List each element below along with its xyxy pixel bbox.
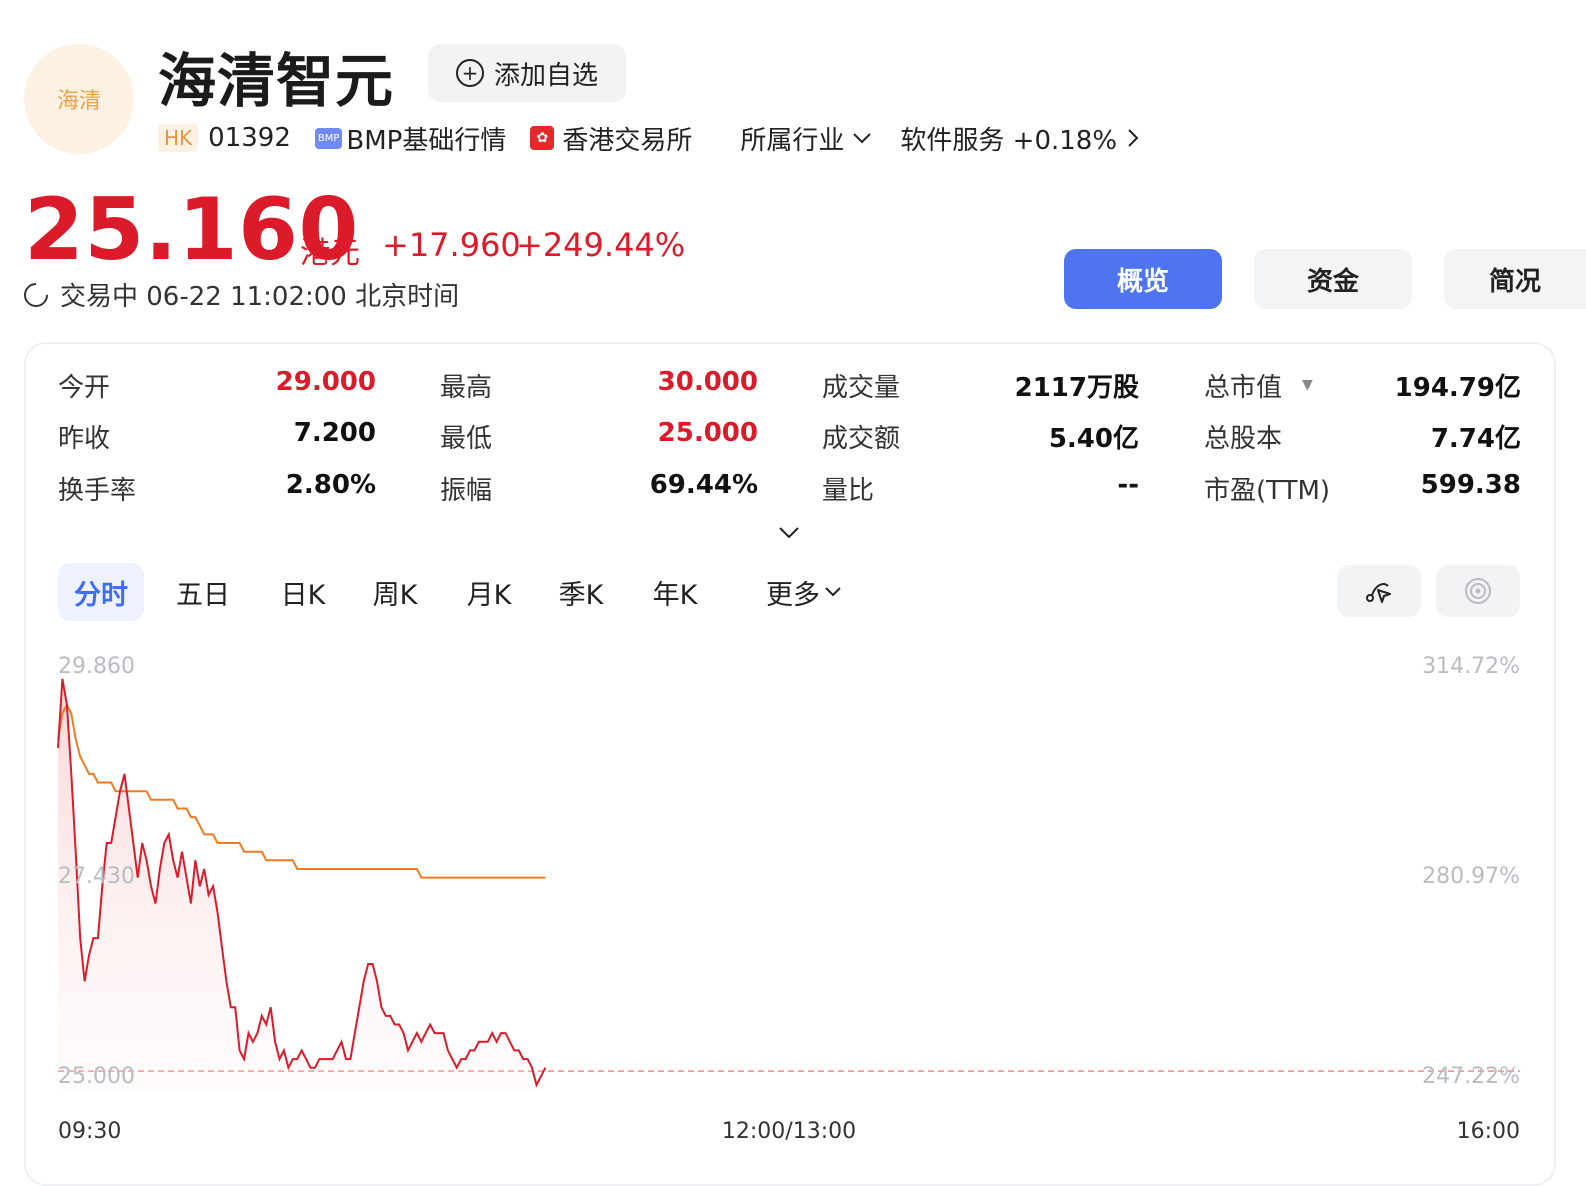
trading-status-text: 交易中 06-22 11:02:00 北京时间 [60,282,460,312]
stat-value-turnover-rate: 2.80% [285,470,376,500]
stat-value-amplitude: 69.44% [649,470,758,500]
stat-label-volume-ratio: 量比 [822,476,875,506]
add-watchlist-label: 添加自选 [493,60,598,91]
period-year-k[interactable]: 年K [636,563,714,621]
market-badge: HK [158,124,199,152]
stat-label-turnover-rate: 换手率 [58,476,137,506]
price-change: +17.960 [382,226,521,264]
sector-label: 软件服务 +0.18% [900,125,1118,156]
stat-label-market-cap[interactable]: 总市值 [1204,367,1282,404]
stat-label-amplitude: 振幅 [440,476,493,506]
stat-value-low: 25.000 [657,418,758,448]
add-watchlist-button[interactable]: + 添加自选 [428,44,626,102]
stat-label-high: 最高 [440,373,493,403]
x-axis-label: 12:00/13:00 [722,1119,856,1144]
currency: 港元 [300,236,360,271]
period-month-k[interactable]: 月K [450,563,528,621]
period-intraday[interactable]: 分时 [58,563,144,621]
intraday-chart: 29.860 27.430 25.000 314.72% 280.97% 247.22% 0… [57,654,1520,1144]
stock-meta-row: HK 01392 BMP BMP基础行情 ✿ 香港交易所 所属行业 软件服务 +… [158,118,1139,158]
y-axis-label-left: 25.000 [58,1064,135,1089]
period-more-label: 更多 [766,579,820,611]
stat-value-prev-close: 7.200 [293,418,376,448]
x-axis-label: 16:00 [1457,1119,1520,1144]
stock-name: 海清智元 [158,47,395,115]
chevron-down-icon [853,133,872,144]
logo-text: 海清 [56,89,101,114]
y-axis-label-left: 27.430 [58,864,135,889]
stat-label-turnover: 成交额 [822,424,901,454]
bmp-quote-label: BMP基础行情 [346,125,507,156]
stat-value-volume: 2117万股 [1014,373,1139,403]
stat-value-open: 29.000 [275,367,376,397]
expand-chevron-icon[interactable] [778,526,800,540]
exchange-name: 香港交易所 [562,125,693,156]
y-axis-label-right: 280.97% [1422,864,1520,889]
y-axis-label-left: 29.860 [58,654,135,679]
trading-status: 交易中 06-22 11:02:00 北京时间 [19,276,460,313]
draw-tool-button[interactable] [1337,565,1421,617]
period-5day[interactable]: 五日 [164,563,242,621]
plus-circle-icon: + [455,59,484,87]
tab-profile[interactable]: 简况 [1444,249,1586,309]
draw-cursor-icon [1366,583,1391,603]
sector-link[interactable]: 软件服务 +0.18% [900,120,1139,157]
industry-label: 所属行业 [740,125,845,156]
stat-value-total-shares: 7.74亿 [1430,424,1521,454]
x-axis-label: 09:30 [58,1119,121,1144]
target-tool-button[interactable] [1436,565,1520,617]
price-change-percent: +249.44% [516,226,686,264]
stat-label-low: 最低 [440,424,493,454]
period-quarter-k[interactable]: 季K [542,563,620,621]
stock-logo: 海清 [24,44,134,154]
tab-funds[interactable]: 资金 [1254,249,1412,309]
refresh-icon [19,277,53,312]
stat-label-prev-close: 昨收 [58,424,111,454]
chevron-down-icon [825,587,841,597]
stat-value-pe-ttm: 599.38 [1420,470,1521,500]
period-day-k[interactable]: 日K [264,563,342,621]
stat-label-volume: 成交量 [822,373,901,403]
chevron-right-icon [1128,129,1139,147]
target-icon [1465,578,1491,604]
stat-label-open: 今开 [58,373,111,403]
stat-value-volume-ratio: -- [1117,470,1139,500]
period-week-k[interactable]: 周K [356,563,434,621]
y-axis-label-right: 314.72% [1422,654,1520,679]
stat-value-high: 30.000 [657,367,758,397]
industry-dropdown[interactable]: 所属行业 [740,120,872,157]
bmp-icon: BMP [314,127,343,149]
hk-flag-icon: ✿ [530,126,555,150]
stat-label-total-shares: 总股本 [1204,424,1283,454]
tab-overview[interactable]: 概览 [1064,249,1222,309]
stock-code: 01392 [208,123,291,153]
period-more-dropdown[interactable]: 更多 [758,563,850,621]
stat-value-turnover: 5.40亿 [1048,424,1139,454]
stat-value-market-cap: 194.79亿 [1394,373,1521,403]
y-axis-label-right: 247.22% [1422,1064,1520,1089]
